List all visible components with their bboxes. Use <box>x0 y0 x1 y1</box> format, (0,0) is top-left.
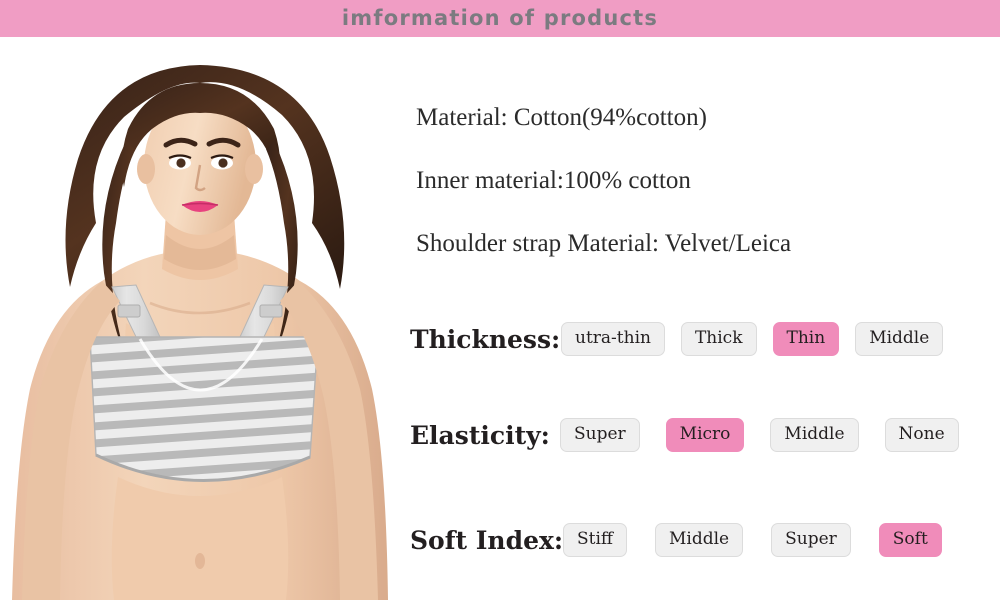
attribute-label-thickness: Thickness: <box>410 324 561 354</box>
product-info-panel: Material: Cotton(94%cotton) Inner materi… <box>400 37 1000 600</box>
attribute-row-soft-index: Soft Index: Stiff Middle Super Soft <box>400 518 1000 562</box>
strap-clip-right <box>259 304 283 318</box>
option-thickness-utra-thin[interactable]: utra-thin <box>561 322 665 356</box>
attribute-options-elasticity: Super Micro Middle None <box>560 418 959 452</box>
attribute-options-soft-index: Stiff Middle Super Soft <box>563 523 942 557</box>
navel <box>195 553 205 569</box>
spec-strap-material: Shoulder strap Material: Velvet/Leica <box>416 230 792 257</box>
page-title: imformation of products <box>341 6 659 30</box>
option-soft-index-middle[interactable]: Middle <box>655 523 744 557</box>
option-elasticity-middle[interactable]: Middle <box>770 418 859 452</box>
attribute-row-elasticity: Elasticity: Super Micro Middle None <box>400 413 1000 457</box>
strap-clip-left <box>117 304 141 318</box>
attribute-label-elasticity: Elasticity: <box>410 420 550 450</box>
attribute-row-thickness: Thickness: utra-thin Thick Thin Middle <box>400 317 1000 361</box>
attribute-options-thickness: utra-thin Thick Thin Middle <box>561 322 944 356</box>
spec-material: Material: Cotton(94%cotton) <box>416 104 707 131</box>
product-photo-image <box>0 37 400 600</box>
page-header-bar: imformation of products <box>0 0 1000 37</box>
attribute-label-soft-index: Soft Index: <box>410 525 564 555</box>
option-elasticity-none[interactable]: None <box>884 418 959 452</box>
ear-right <box>245 154 263 184</box>
content-area: Material: Cotton(94%cotton) Inner materi… <box>0 37 1000 600</box>
option-elasticity-micro[interactable]: Micro <box>665 418 745 452</box>
option-soft-index-super[interactable]: Super <box>771 523 851 557</box>
ear-left <box>137 154 155 184</box>
option-elasticity-super[interactable]: Super <box>560 418 640 452</box>
option-thickness-middle[interactable]: Middle <box>855 322 944 356</box>
iris-right <box>218 158 228 168</box>
spec-inner-material: Inner material:100% cotton <box>416 167 691 194</box>
option-soft-index-stiff[interactable]: Stiff <box>563 523 627 557</box>
option-thickness-thick[interactable]: Thick <box>680 322 757 356</box>
option-thickness-thin[interactable]: Thin <box>772 322 840 356</box>
option-soft-index-soft[interactable]: Soft <box>878 523 942 557</box>
product-photo <box>0 37 400 600</box>
iris-left <box>176 158 186 168</box>
